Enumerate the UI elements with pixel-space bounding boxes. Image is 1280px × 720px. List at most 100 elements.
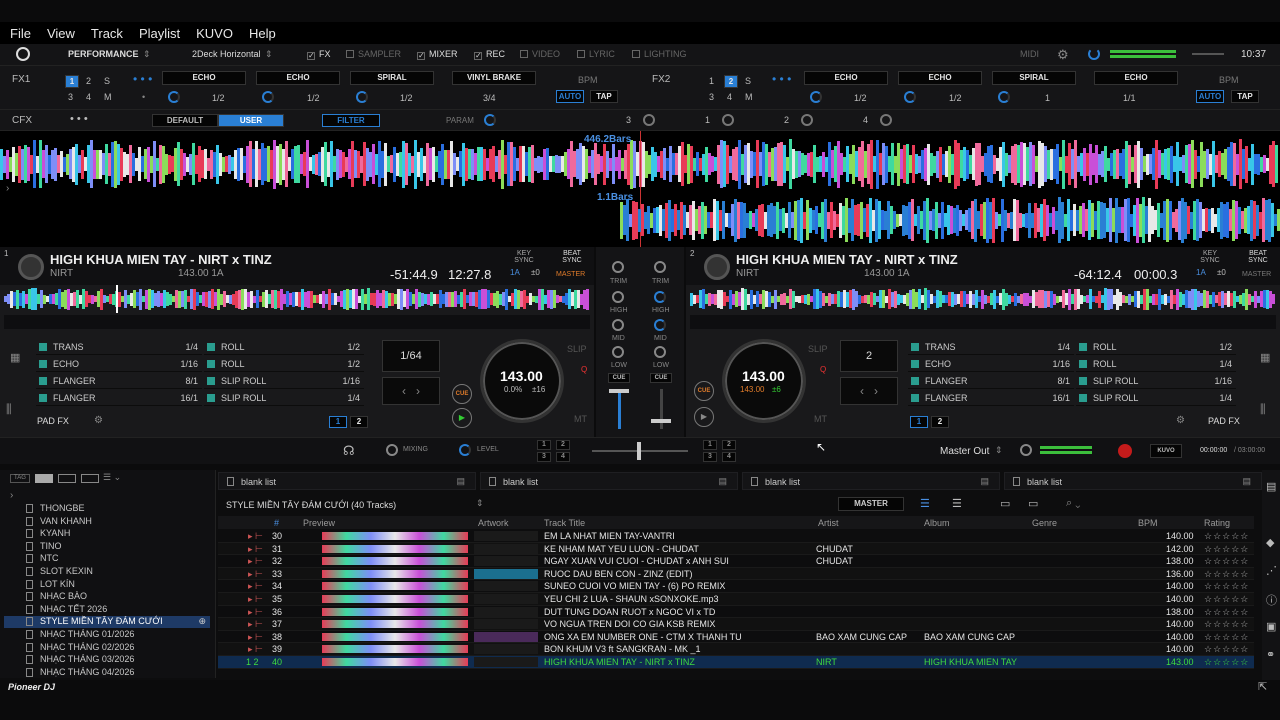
deck2-enlarged-waveform[interactable] <box>620 197 1280 243</box>
sort-master-select[interactable]: MASTER <box>838 497 904 511</box>
pad-roll-3[interactable]: SLIP ROLL 1/16 <box>204 374 364 389</box>
fx1-slot2-knob[interactable] <box>262 91 274 103</box>
cfx-knob-3[interactable] <box>643 114 655 126</box>
fx1-auto-button[interactable]: AUTO <box>556 90 584 103</box>
fx1-slot2-select[interactable]: ECHO <box>256 71 340 85</box>
link-icon[interactable]: ⚭ <box>1266 648 1275 661</box>
ch1-high-knob[interactable] <box>612 291 624 303</box>
gear-icon[interactable]: ⚙ <box>1057 47 1069 63</box>
tag-icon[interactable]: TAG <box>10 474 30 483</box>
fx2-more-icon[interactable]: • • • <box>772 72 791 86</box>
col-rating[interactable]: Rating <box>1204 518 1230 528</box>
deck2-loop-halve-double[interactable]: ‹ › <box>840 377 898 405</box>
cfx-knob-2[interactable] <box>801 114 813 126</box>
track-preview-waveform[interactable] <box>322 645 468 654</box>
cue-level-knob[interactable] <box>459 444 471 456</box>
track-row[interactable]: ▸ ⊢ 32 NGAY XUAN VUI CUOI - CHUDAT x ANH S… <box>218 555 1254 568</box>
track-row[interactable]: ▸ ⊢ 36 DUT TUNG DOAN RUOT x NGOC VI x TD 13… <box>218 605 1254 619</box>
rec-toggle[interactable]: ✓ REC <box>474 49 505 60</box>
volume-slider[interactable] <box>1192 53 1224 55</box>
tree-expand-chevron-icon[interactable]: › <box>10 490 13 501</box>
track-preview-waveform[interactable] <box>322 632 468 641</box>
browser-tab-2[interactable]: blank list ▤ <box>480 472 738 490</box>
tree-item[interactable]: TINO <box>26 541 62 553</box>
sampler-checkbox[interactable] <box>346 50 354 58</box>
ch2-assign-4[interactable]: 4 <box>722 452 736 462</box>
panel-view-icon[interactable]: ▭ <box>1028 497 1038 510</box>
track-row[interactable]: ▸ ⊢ 35 YEU CHI 2 LUA - SHAUN xSONXOKE.mp3 1… <box>218 593 1254 606</box>
headphone-volume-knob[interactable] <box>1088 48 1100 60</box>
fx1-brake-select[interactable]: VINYL BRAKE <box>452 71 536 85</box>
headphone-icon[interactable]: ☊ <box>343 443 355 459</box>
ch1-assign-4[interactable]: 4 <box>556 452 570 462</box>
ch1-assign-2[interactable]: 2 <box>556 440 570 450</box>
browser-tab-1[interactable]: blank list ▤ <box>218 472 476 490</box>
search-icon[interactable]: ⌕ ⌄ <box>1066 497 1080 510</box>
browser-tab-4[interactable]: blank list ▤ <box>1004 472 1262 490</box>
cfx-default-tab[interactable]: DEFAULT <box>152 114 218 127</box>
export-icon[interactable]: ⇱ <box>1258 680 1267 693</box>
track-row[interactable]: ▸ ⊢ 39 BON KHUM V3 ft SANGKRAN - MK _1 140.… <box>218 643 1254 656</box>
fx1-slot3-select[interactable]: SPIRAL <box>350 71 434 85</box>
ch1-assign-3[interactable]: 3 <box>537 452 551 462</box>
track-row[interactable]: 1 2 40 HIGH KHUA MIEN TAY - NIRT x TINZ NIR… <box>218 656 1254 669</box>
detail-view-icon[interactable]: ☰ <box>952 497 962 510</box>
track-row[interactable]: ▸ ⊢ 34 SUNEO CUOI VO MIEN TAY - (6) PO REM… <box>218 580 1254 593</box>
layout-select[interactable]: 2Deck Horizontal <box>192 49 261 59</box>
tree-item[interactable]: NTC <box>26 553 59 565</box>
tree-item[interactable]: STYLE MIỀN TÂY ĐÁM CƯỚI ⊕ <box>4 616 210 629</box>
add-icon[interactable]: ⊕ <box>198 616 206 627</box>
deck1-page-1[interactable]: 1 <box>329 416 347 428</box>
cfx-knob-1[interactable] <box>722 114 734 126</box>
pad-fx-1[interactable]: TRANS 1/4 <box>36 340 202 355</box>
deck2-beat-sync-button[interactable]: BEAT SYNC <box>1244 250 1272 264</box>
sampler-toggle[interactable]: SAMPLER <box>346 49 401 59</box>
kuvo-button[interactable]: KUVO <box>1150 444 1182 458</box>
lyric-toggle[interactable]: LYRIC <box>577 49 615 59</box>
fx1-bank-1[interactable]: 1 <box>65 75 79 88</box>
deck1-play-button[interactable]: ▶ <box>452 408 472 428</box>
rating-stars[interactable]: ☆☆☆☆☆ <box>1204 632 1249 643</box>
tab-menu-icon[interactable]: ▤ <box>718 476 727 487</box>
tree-item[interactable]: THONGBE <box>26 503 85 515</box>
sampler-side-icon[interactable]: ▣ <box>1266 620 1276 633</box>
deck1-padfx-gear-icon[interactable]: ⚙ <box>94 415 103 426</box>
fx1-tap-button[interactable]: TAP <box>590 90 618 103</box>
deck1-master-tempo[interactable]: MT <box>574 414 587 424</box>
col-preview[interactable]: Preview <box>303 518 335 528</box>
deck2-overview-waveform[interactable] <box>690 287 1276 311</box>
view-mode-1-icon[interactable] <box>35 474 53 483</box>
track-preview-waveform[interactable] <box>322 595 468 603</box>
tree-item[interactable]: NHẠC THÁNG 01/2026 <box>26 629 134 641</box>
cue-mixing-knob[interactable] <box>386 444 398 456</box>
deck1-cue-button[interactable]: CUE <box>452 384 472 404</box>
menu-help[interactable]: Help <box>249 26 276 41</box>
rating-stars[interactable]: ☆☆☆☆☆ <box>1204 581 1249 592</box>
lighting-toggle[interactable]: LIGHTING <box>632 49 687 59</box>
ch1-cue-button[interactable]: CUE <box>608 373 630 383</box>
pad-fx-2[interactable]: ECHO 1/16 <box>908 357 1074 372</box>
deck2-padfx-gear-icon[interactable]: ⚙ <box>1176 415 1185 426</box>
menu-track[interactable]: Track <box>91 26 123 41</box>
mode-chevron-icon[interactable]: ⇕ <box>143 49 151 60</box>
crossfader[interactable] <box>637 442 641 460</box>
ch1-low-knob[interactable] <box>612 346 624 358</box>
tree-item[interactable]: KYANH <box>26 528 70 540</box>
enlarged-waveforms[interactable]: 446.2Bars 1.1Bars › <box>0 131 1280 247</box>
fx2-brake-select[interactable]: ECHO <box>1094 71 1178 85</box>
fx1-more-icon[interactable]: • • • <box>133 72 152 86</box>
ch2-fader[interactable] <box>651 419 671 423</box>
rating-stars[interactable]: ☆☆☆☆☆ <box>1204 531 1249 542</box>
lyric-checkbox[interactable] <box>577 50 585 58</box>
tree-item[interactable]: VAN KHANH <box>26 516 92 528</box>
split-view-icon[interactable]: ▭ <box>1000 497 1010 510</box>
related-tracks-icon[interactable]: ⋰ <box>1266 564 1277 577</box>
tree-item[interactable]: NHẠC TẾT 2026 <box>26 604 107 616</box>
video-checkbox[interactable] <box>520 50 528 58</box>
info-icon[interactable]: ⓘ <box>1266 592 1277 608</box>
tab-menu-icon[interactable]: ▤ <box>1242 476 1251 487</box>
col-artwork[interactable]: Artwork <box>478 518 509 528</box>
list-view-icon[interactable]: ☰ <box>920 497 930 510</box>
view-mode-2-icon[interactable] <box>58 474 76 483</box>
track-preview-waveform[interactable] <box>322 607 468 616</box>
